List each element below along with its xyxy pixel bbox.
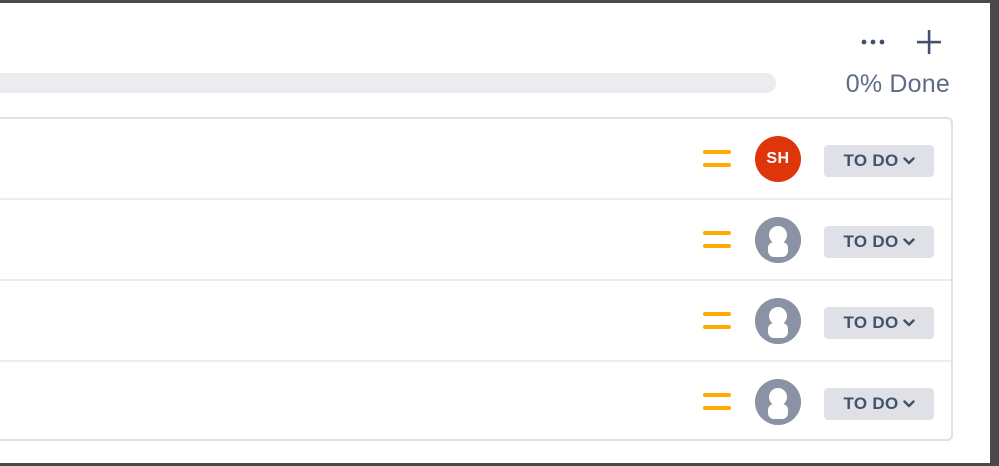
status-dropdown[interactable]: TO DO [824, 388, 934, 420]
header-actions [860, 29, 942, 55]
status-label: TO DO [843, 151, 899, 170]
child-issue-list: SH TO DO TO DO TO DO TO DO [0, 117, 953, 441]
status-label: TO DO [843, 313, 899, 332]
unassigned-avatar[interactable] [755, 379, 801, 425]
child-issues-panel: 0% Done SH TO DO TO DO TO DO TO DO [0, 3, 990, 463]
progress-label: 0% Done [845, 70, 950, 98]
priority-medium-icon [703, 150, 731, 168]
status-dropdown[interactable]: TO DO [824, 307, 934, 339]
user-placeholder-icon [755, 217, 801, 263]
chevron-down-icon [902, 157, 915, 165]
avatar-initials: SH [766, 150, 790, 167]
plus-icon [917, 30, 941, 54]
unassigned-avatar[interactable] [755, 217, 801, 263]
child-issue-row[interactable]: TO DO [0, 281, 951, 362]
progress-bar [0, 73, 776, 93]
chevron-down-icon [902, 238, 915, 246]
ellipsis-icon [861, 39, 885, 45]
child-issue-row[interactable]: TO DO [0, 200, 951, 281]
child-issue-row[interactable]: TO DO [0, 362, 951, 441]
user-placeholder-icon [755, 298, 801, 344]
status-dropdown[interactable]: TO DO [824, 226, 934, 258]
status-label: TO DO [843, 232, 899, 251]
assignee-avatar[interactable]: SH [755, 136, 801, 182]
user-placeholder-icon [755, 379, 801, 425]
priority-medium-icon [703, 393, 731, 411]
chevron-down-icon [902, 400, 915, 408]
status-dropdown[interactable]: TO DO [824, 145, 934, 177]
child-issue-row[interactable]: SH TO DO [0, 119, 951, 200]
priority-medium-icon [703, 312, 731, 330]
priority-medium-icon [703, 231, 731, 249]
chevron-down-icon [902, 319, 915, 327]
unassigned-avatar[interactable] [755, 298, 801, 344]
status-label: TO DO [843, 394, 899, 413]
add-child-issue-button[interactable] [916, 29, 942, 55]
more-actions-button[interactable] [860, 29, 886, 55]
